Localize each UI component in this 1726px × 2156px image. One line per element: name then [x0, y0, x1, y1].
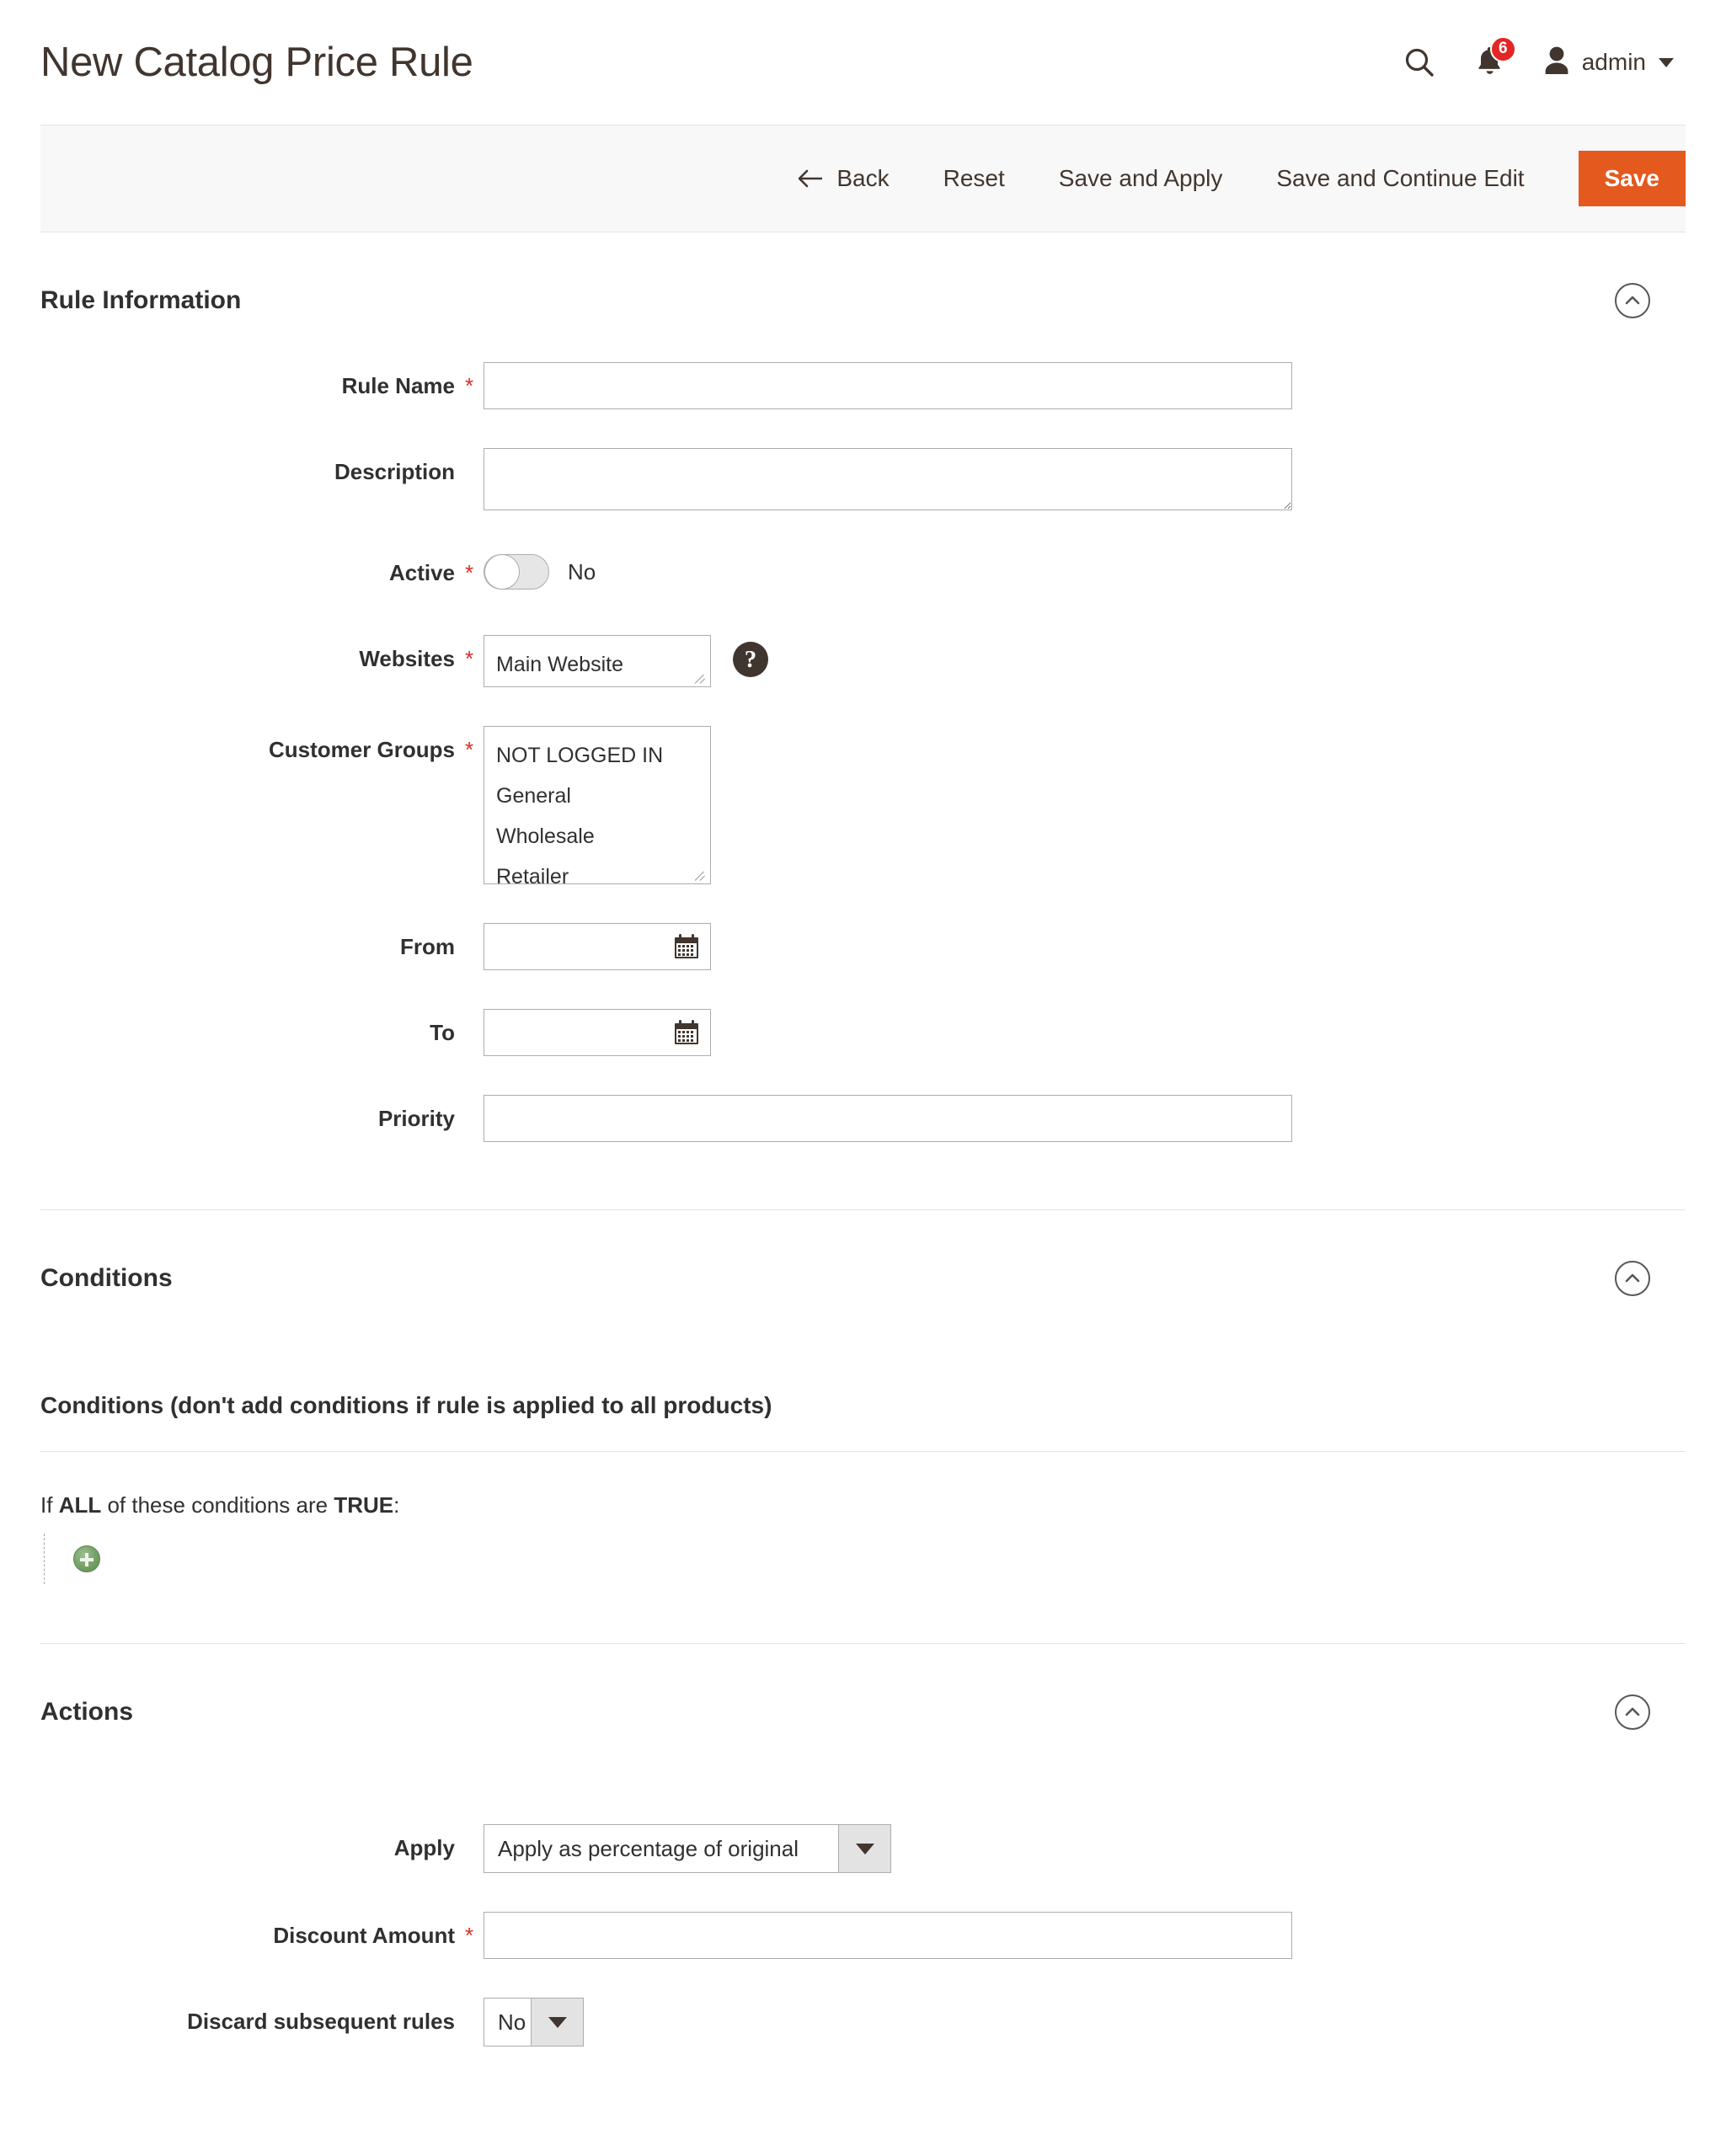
customer-groups-option[interactable]: NOT LOGGED IN: [484, 735, 710, 776]
page-content: Rule Information Rule Name * Description…: [0, 232, 1726, 2153]
notification-count-badge: 6: [1489, 35, 1516, 62]
save-button[interactable]: Save: [1578, 151, 1686, 206]
field-customer-groups: Customer Groups * NOT LOGGED IN General …: [40, 726, 1686, 884]
conditions-section: Conditions Conditions (don't add conditi…: [40, 1210, 1686, 1644]
active-toggle[interactable]: [484, 554, 549, 590]
discard-subsequent-rules-label: Discard subsequent rules: [187, 2009, 455, 2034]
field-discount-amount: Discount Amount *: [40, 1912, 1686, 1959]
apply-label: Apply: [393, 1835, 455, 1860]
rule-information-header[interactable]: Rule Information: [40, 232, 1686, 362]
rule-information-title: Rule Information: [40, 286, 242, 314]
field-discard-subsequent-rules: Discard subsequent rules No: [40, 1998, 1686, 2047]
description-label: Description: [334, 459, 455, 484]
rule-name-input[interactable]: [484, 362, 1292, 409]
discard-subsequent-rules-select[interactable]: No: [484, 1998, 584, 2047]
chevron-up-circle-icon[interactable]: [1615, 1694, 1650, 1730]
customer-groups-required-marker: *: [464, 737, 474, 762]
header-actions: 6 admin: [1403, 35, 1682, 82]
field-apply: Apply Apply as percentage of original: [40, 1824, 1686, 1873]
chevron-down-icon: [838, 1825, 890, 1872]
conditions-body: If ALL of these conditions are TRUE:: [40, 1452, 1686, 1643]
rule-name-required-marker: *: [464, 373, 474, 398]
calendar-icon[interactable]: [672, 932, 701, 961]
customer-groups-option[interactable]: Retailer: [484, 857, 710, 883]
discount-amount-input[interactable]: [484, 1912, 1292, 1959]
conditions-aggregator[interactable]: ALL: [59, 1492, 102, 1518]
field-description: Description: [40, 448, 1686, 510]
websites-option[interactable]: Main Website: [484, 644, 710, 685]
discard-subsequent-rules-value: No: [498, 2009, 526, 2035]
customer-groups-option[interactable]: General: [484, 776, 710, 816]
save-and-continue-edit-button[interactable]: Save and Continue Edit: [1249, 165, 1551, 192]
customer-groups-label: Customer Groups: [268, 737, 455, 762]
back-button[interactable]: Back: [763, 165, 916, 192]
chevron-up-circle-icon[interactable]: [1615, 283, 1650, 318]
field-active: Active * No: [40, 549, 1686, 596]
customer-groups-option[interactable]: Wholesale: [484, 816, 710, 857]
actions-title: Actions: [40, 1698, 134, 1726]
save-and-continue-edit-label: Save and Continue Edit: [1276, 165, 1525, 191]
active-label: Active: [388, 560, 455, 585]
conditions-subtitle: Conditions (don't add conditions if rule…: [40, 1340, 1686, 1452]
websites-required-marker: *: [464, 646, 474, 671]
field-websites: Websites * Main Website ?: [40, 635, 1686, 687]
page-header: New Catalog Price Rule 6 admin: [0, 0, 1726, 125]
active-required-marker: *: [464, 560, 474, 585]
notifications-button[interactable]: 6: [1473, 35, 1516, 82]
customer-groups-multiselect[interactable]: NOT LOGGED IN General Wholesale Retailer: [484, 726, 711, 884]
from-label: From: [400, 934, 455, 959]
user-menu[interactable]: admin: [1542, 45, 1674, 81]
rule-information-body: Rule Name * Description Active * No Webs…: [40, 362, 1686, 1209]
conditions-sentence: If ALL of these conditions are TRUE:: [40, 1492, 1686, 1518]
active-toggle-knob: [484, 554, 520, 590]
discount-amount-required-marker: *: [464, 1923, 474, 1948]
priority-label: Priority: [377, 1106, 455, 1131]
conditions-title: Conditions: [40, 1264, 173, 1292]
active-toggle-state-label: No: [568, 558, 596, 584]
save-and-apply-label: Save and Apply: [1058, 165, 1223, 191]
chevron-down-icon: [531, 1999, 583, 2046]
websites-label: Websites: [359, 646, 455, 671]
actions-header[interactable]: Actions: [40, 1644, 1686, 1774]
actions-body: Apply Apply as percentage of original Di…: [40, 1774, 1686, 2153]
priority-input[interactable]: [484, 1095, 1292, 1142]
reset-button-label: Reset: [943, 165, 1005, 191]
apply-select-value: Apply as percentage of original: [498, 1835, 799, 1861]
conditions-sentence-prefix: If: [40, 1492, 53, 1518]
conditions-sentence-middle: of these conditions are: [107, 1492, 329, 1518]
plus-circle-icon[interactable]: [73, 1545, 100, 1572]
rule-information-section: Rule Information Rule Name * Description…: [40, 232, 1686, 1210]
reset-button[interactable]: Reset: [916, 165, 1032, 192]
user-icon: [1542, 45, 1571, 81]
chevron-down-icon: [1659, 57, 1674, 67]
apply-select[interactable]: Apply as percentage of original: [484, 1824, 891, 1873]
field-priority: Priority: [40, 1095, 1686, 1142]
field-from: From: [40, 923, 1686, 970]
field-to: To: [40, 1009, 1686, 1056]
save-and-apply-button[interactable]: Save and Apply: [1032, 165, 1250, 192]
conditions-children: [44, 1534, 1686, 1584]
back-button-label: Back: [836, 165, 890, 191]
page-actions-toolbar: Back Reset Save and Apply Save and Conti…: [40, 125, 1686, 232]
search-icon[interactable]: [1403, 45, 1436, 79]
arrow-left-icon: [797, 168, 824, 189]
rule-name-label: Rule Name: [341, 373, 455, 398]
catalog-price-rule-page: New Catalog Price Rule 6 admin Back Rese…: [0, 0, 1726, 2156]
calendar-icon[interactable]: [672, 1018, 701, 1047]
page-title: New Catalog Price Rule: [40, 40, 473, 85]
user-name-label: admin: [1581, 49, 1646, 75]
conditions-sentence-suffix: :: [393, 1492, 400, 1518]
conditions-value[interactable]: TRUE: [334, 1492, 393, 1518]
question-mark-icon[interactable]: ?: [733, 642, 768, 677]
conditions-header[interactable]: Conditions: [40, 1210, 1686, 1340]
websites-multiselect[interactable]: Main Website: [484, 635, 711, 687]
chevron-up-circle-icon[interactable]: [1615, 1261, 1650, 1296]
field-rule-name: Rule Name *: [40, 362, 1686, 409]
description-textarea[interactable]: [484, 448, 1292, 510]
to-label: To: [430, 1020, 455, 1045]
actions-section: Actions Apply Apply as percentage of ori…: [40, 1644, 1686, 2153]
discount-amount-label: Discount Amount: [273, 1923, 455, 1948]
